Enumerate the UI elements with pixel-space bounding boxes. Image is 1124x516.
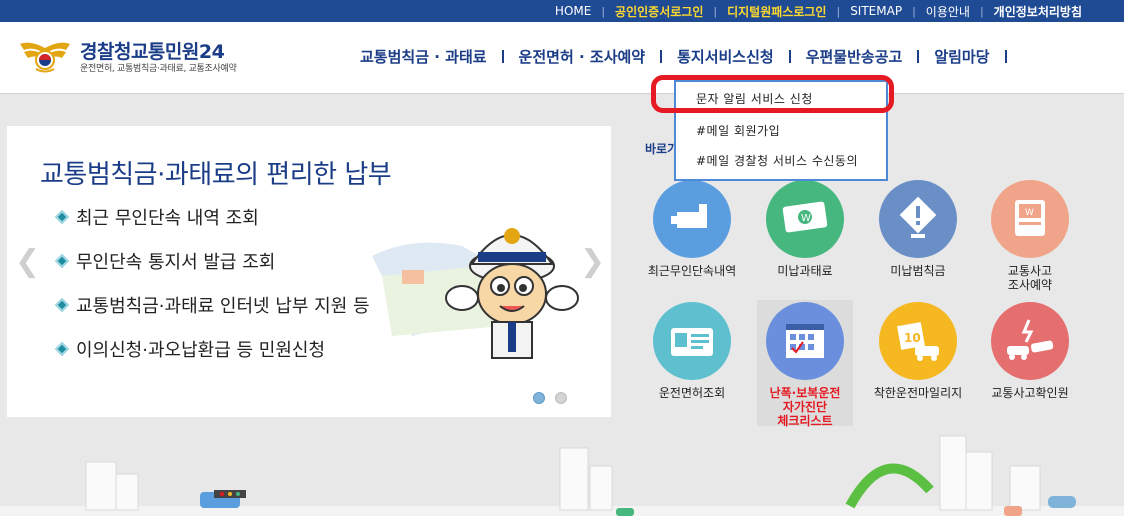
banner-headline: 교통범칙금·과태료의 편리한 납부 — [40, 160, 392, 190]
warning-icon — [879, 180, 957, 258]
chevron-right-icon[interactable]: ❯ — [580, 244, 605, 279]
service-label: 운전면허조회 — [658, 386, 726, 400]
diamond-bullet-icon — [54, 341, 70, 357]
banner-bullet: 최근 무인단속 내역 조회 — [54, 204, 259, 230]
diamond-bullet-icon — [54, 209, 70, 225]
car-crash-icon — [991, 302, 1069, 380]
slide-dot-1[interactable] — [533, 392, 545, 404]
mileage-icon: 10 — [879, 302, 957, 380]
nav-returned-mail[interactable]: 우편물반송공고 — [791, 46, 918, 67]
service-label: 교통사고확인원 — [991, 386, 1069, 400]
divider: | — [836, 4, 841, 18]
service-unpaid-penalty[interactable]: W 미납과태료 — [755, 180, 855, 278]
divider: | — [912, 4, 916, 18]
slider-pagination — [533, 392, 567, 404]
service-label: 난폭·보복운전 자가진단 체크리스트 — [769, 386, 841, 428]
service-label: 교통사고 조사예약 — [1007, 264, 1053, 292]
camera-icon — [653, 180, 731, 258]
service-label: 미납과태료 — [777, 264, 833, 278]
service-recent-enforcement[interactable]: 최근무인단속내역 — [642, 180, 742, 278]
service-accident-reservation[interactable]: W 교통사고 조사예약 — [980, 180, 1080, 292]
money-icon: W — [766, 180, 844, 258]
site-subtitle: 운전면허, 교통범칙금·과태료, 교통조사예약 — [80, 64, 237, 74]
chevron-left-icon[interactable]: ❮ — [15, 244, 40, 279]
red-highlight-annotation — [651, 75, 894, 113]
header: 경찰청교통민원24 운전면허, 교통범칙금·과태료, 교통조사예약 교통범칙금 … — [0, 22, 1124, 94]
site-logo[interactable]: 경찰청교통민원24 운전면허, 교통범칙금·과태료, 교통조사예약 — [16, 36, 266, 76]
service-label: 미납범칙금 — [890, 264, 946, 278]
dropdown-item-email-consent[interactable]: #메일 경찰청 서비스 수신동의 — [696, 152, 858, 169]
license-card-icon — [653, 302, 731, 380]
city-skyline-illustration — [0, 435, 1124, 516]
service-license-inquiry[interactable]: 운전면허조회 — [642, 302, 742, 400]
divider: | — [979, 4, 984, 18]
diamond-bullet-icon — [54, 253, 70, 269]
home-link[interactable]: HOME — [555, 4, 591, 18]
svg-text:10: 10 — [904, 331, 921, 345]
police-mascot-illustration — [372, 228, 579, 359]
service-good-driving-mileage[interactable]: 10 착한운전마일리지 — [868, 302, 968, 400]
payment-terminal-icon: W — [991, 180, 1069, 258]
nav-divider — [1004, 50, 1007, 63]
utility-links: HOME | 공인인증서로그인 | 디지털원패스로그인 | SITEMAP | … — [555, 0, 1082, 22]
banner-bullet: 이의신청·과오납환급 등 민원신청 — [54, 336, 325, 362]
service-label: 최근무인단속내역 — [647, 264, 737, 278]
nav-notification-service[interactable]: 통지서비스신청 — [662, 46, 789, 67]
cert-login-link[interactable]: 공인인증서로그인 — [615, 3, 703, 20]
site-title: 경찰청교통민원24 — [80, 41, 225, 63]
service-label: 착한운전마일리지 — [873, 386, 963, 400]
service-reckless-driving-checklist[interactable]: 난폭·보복운전 자가진단 체크리스트 — [755, 302, 855, 428]
dropdown-item-email-signup[interactable]: #메일 회원가입 — [696, 122, 780, 139]
service-unpaid-fine[interactable]: 미납범칙금 — [868, 180, 968, 278]
calendar-check-icon — [766, 302, 844, 380]
top-utility-bar: HOME | 공인인증서로그인 | 디지털원패스로그인 | SITEMAP | … — [0, 0, 1124, 22]
sitemap-link[interactable]: SITEMAP — [850, 4, 902, 18]
service-accident-certificate[interactable]: 교통사고확인원 — [980, 302, 1080, 400]
banner-bullet: 무인단속 통지서 발급 조회 — [54, 248, 275, 274]
diamond-bullet-icon — [54, 297, 70, 313]
privacy-policy-link[interactable]: 개인정보처리방침 — [994, 3, 1082, 20]
main-banner-slider: 교통범칙금·과태료의 편리한 납부 최근 무인단속 내역 조회 무인단속 통지서… — [7, 126, 611, 417]
nav-license[interactable]: 운전면허 · 조사예약 — [504, 46, 661, 67]
divider: | — [601, 4, 606, 18]
slide-dot-2[interactable] — [555, 392, 567, 404]
banner-bullet: 교통범칙금·과태료 인터넷 납부 지원 등 — [54, 292, 370, 318]
guide-link[interactable]: 이용안내 — [926, 3, 970, 20]
svg-text:W: W — [1025, 208, 1034, 218]
divider: | — [713, 4, 718, 18]
nav-fines[interactable]: 교통범칙금 · 과태료 — [345, 46, 502, 67]
digital-onepass-login-link[interactable]: 디지털원패스로그인 — [727, 3, 826, 20]
police-emblem-icon — [20, 42, 70, 73]
nav-notice[interactable]: 알림마당 — [919, 46, 1004, 67]
svg-text:W: W — [801, 213, 811, 224]
main-nav: 교통범칙금 · 과태료 운전면허 · 조사예약 통지서비스신청 우편물반송공고 … — [345, 46, 1007, 67]
